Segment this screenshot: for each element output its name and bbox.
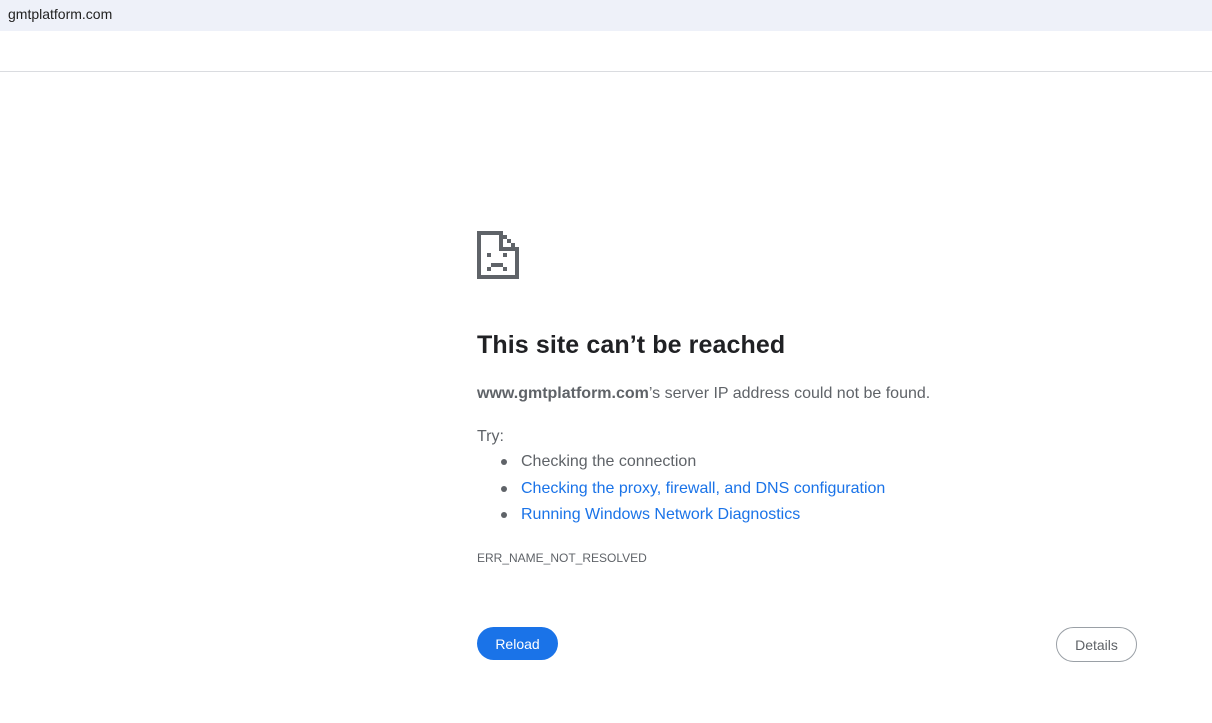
details-button[interactable]: Details xyxy=(1056,627,1137,662)
address-bar[interactable]: gmtplatform.com xyxy=(0,0,1212,31)
suggestion-proxy-link[interactable]: Checking the proxy, firewall, and DNS co… xyxy=(521,480,885,497)
suggestion-item: Checking the connection xyxy=(501,453,885,480)
summary-text: ’s server IP address could not be found. xyxy=(648,385,931,402)
bullet xyxy=(501,459,507,465)
address-url[interactable]: gmtplatform.com xyxy=(8,6,112,22)
sad-page-icon xyxy=(477,231,519,279)
page-title: This site can’t be reached xyxy=(477,331,786,359)
try-label: Try: xyxy=(477,428,504,445)
bullet xyxy=(501,485,507,492)
bullet xyxy=(501,512,507,518)
suggestion-diagnostics-link[interactable]: Running Windows Network Diagnostics xyxy=(521,506,800,523)
suggestions-list: Checking the connection Checking the pro… xyxy=(477,453,885,533)
error-code: ERR_NAME_NOT_RESOLVED xyxy=(477,551,647,565)
suggestion-item: Running Windows Network Diagnostics xyxy=(501,506,885,533)
host-name: www.gmtplatform.com xyxy=(477,385,649,402)
suggestion-check-connection: Checking the connection xyxy=(521,453,697,470)
toolbar-area xyxy=(0,31,1212,72)
error-summary: www.gmtplatform.com’s server IP address … xyxy=(477,385,930,403)
suggestion-item: Checking the proxy, firewall, and DNS co… xyxy=(501,480,885,507)
reload-button[interactable]: Reload xyxy=(477,627,558,660)
